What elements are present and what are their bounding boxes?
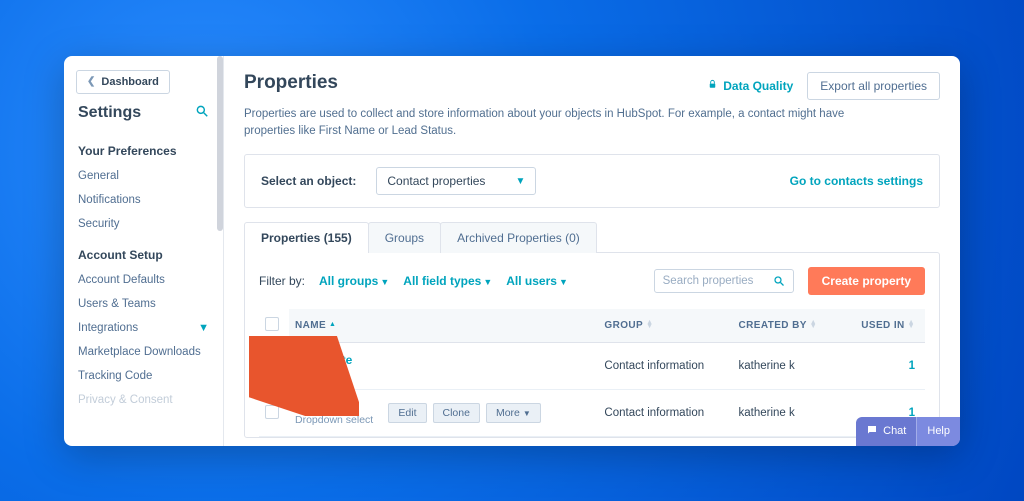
caret-down-icon: ▼: [523, 409, 531, 418]
edit-button[interactable]: Edit: [388, 403, 426, 423]
caret-down-icon: ▼: [380, 277, 389, 287]
col-used-in[interactable]: USED IN▲▼: [841, 309, 925, 343]
sidebar-item-general[interactable]: General: [64, 164, 223, 188]
help-button[interactable]: Help: [916, 417, 960, 446]
row-checkbox[interactable]: [265, 358, 279, 372]
filter-groups[interactable]: All groups▼: [319, 274, 389, 288]
clone-button[interactable]: Clone: [433, 403, 480, 423]
object-selector-row: Select an object: Contact properties ▼ G…: [244, 154, 940, 208]
sidebar: ❮ Dashboard Settings Your Preferences Ge…: [64, 56, 224, 446]
caret-down-icon: ▼: [559, 277, 568, 287]
property-type: Dropdown select: [295, 414, 373, 426]
chat-help-widget: Chat Help: [856, 417, 960, 446]
chat-icon: [866, 424, 878, 439]
more-button[interactable]: More ▼: [486, 403, 541, 423]
main-content: Properties Data Quality Export all prope…: [224, 56, 960, 446]
lock-icon: [707, 79, 718, 93]
sort-icon: ▲: [329, 323, 336, 327]
properties-table: NAME▲ GROUP▲▼ CREATED BY▲▼ USED IN▲▼ Bir…: [259, 309, 925, 437]
sort-icon: ▲▼: [646, 321, 653, 329]
scrollbar-thumb[interactable]: [217, 56, 223, 231]
sidebar-item-privacy[interactable]: Privacy & Consent: [64, 388, 223, 412]
tab-groups[interactable]: Groups: [368, 222, 441, 253]
table-row[interactable]: Birth Date Date picker Contact informati…: [259, 343, 925, 390]
filter-types[interactable]: All field types▼: [403, 274, 492, 288]
property-group: Contact information: [598, 390, 732, 437]
property-name[interactable]: Birth Date: [295, 353, 592, 367]
sort-icon: ▲▼: [908, 321, 915, 329]
tab-properties[interactable]: Properties (155): [244, 222, 369, 253]
data-quality-link[interactable]: Data Quality: [707, 79, 793, 93]
dashboard-label: Dashboard: [101, 76, 158, 88]
sidebar-item-integrations[interactable]: Integrations▼: [64, 316, 223, 340]
back-dashboard-button[interactable]: ❮ Dashboard: [76, 70, 170, 94]
caret-down-icon: ▼: [483, 277, 492, 287]
create-property-button[interactable]: Create property: [808, 267, 925, 295]
chevron-left-icon: ❮: [87, 76, 95, 87]
sort-icon: ▲▼: [810, 321, 817, 329]
tab-archived[interactable]: Archived Properties (0): [440, 222, 597, 253]
export-all-button[interactable]: Export all properties: [807, 72, 940, 100]
sidebar-item-notifications[interactable]: Notifications: [64, 188, 223, 212]
table-row[interactable]: BIRTHDAY Dropdown select Edit Clone More…: [259, 390, 925, 437]
row-actions: Edit Clone More ▼: [388, 403, 540, 423]
filter-label: Filter by:: [259, 274, 305, 288]
object-select[interactable]: Contact properties ▼: [376, 167, 536, 195]
prefs-section-header: Your Preferences: [64, 132, 223, 164]
tab-panel: Filter by: All groups▼ All field types▼ …: [244, 252, 940, 438]
property-name[interactable]: BIRTHDAY: [295, 400, 373, 414]
select-object-label: Select an object:: [261, 174, 356, 188]
search-properties-input[interactable]: [654, 269, 794, 293]
settings-heading: Settings: [78, 104, 141, 122]
sidebar-item-marketplace[interactable]: Marketplace Downloads: [64, 340, 223, 364]
row-checkbox[interactable]: [265, 405, 279, 419]
sidebar-scrollbar[interactable]: [217, 56, 223, 446]
search-icon: [773, 275, 785, 287]
select-all-checkbox[interactable]: [265, 317, 279, 331]
page-description: Properties are used to collect and store…: [244, 106, 884, 141]
col-created-by[interactable]: CREATED BY▲▼: [733, 309, 842, 343]
caret-down-icon: ▼: [515, 176, 525, 187]
property-used-in[interactable]: 1: [841, 343, 925, 390]
search-icon[interactable]: [195, 104, 209, 121]
sidebar-item-users-teams[interactable]: Users & Teams: [64, 292, 223, 316]
account-section-header: Account Setup: [64, 236, 223, 268]
col-name[interactable]: NAME▲: [289, 309, 598, 343]
page-title: Properties: [244, 72, 338, 94]
tab-bar: Properties (155) Groups Archived Propert…: [244, 222, 940, 253]
property-created-by: katherine k: [733, 343, 842, 390]
property-created-by: katherine k: [733, 390, 842, 437]
property-type: Date picker: [295, 367, 592, 379]
app-window: ❮ Dashboard Settings Your Preferences Ge…: [64, 56, 960, 446]
filter-users[interactable]: All users▼: [506, 274, 568, 288]
goto-contacts-settings-link[interactable]: Go to contacts settings: [790, 174, 923, 188]
sidebar-item-account-defaults[interactable]: Account Defaults: [64, 268, 223, 292]
col-group[interactable]: GROUP▲▼: [598, 309, 732, 343]
chevron-down-icon: ▼: [198, 322, 209, 334]
sidebar-item-tracking-code[interactable]: Tracking Code: [64, 364, 223, 388]
property-group: Contact information: [598, 343, 732, 390]
search-input[interactable]: [663, 275, 767, 287]
chat-button[interactable]: Chat: [856, 417, 916, 446]
filter-row: Filter by: All groups▼ All field types▼ …: [259, 267, 925, 295]
sidebar-item-security[interactable]: Security: [64, 212, 223, 236]
